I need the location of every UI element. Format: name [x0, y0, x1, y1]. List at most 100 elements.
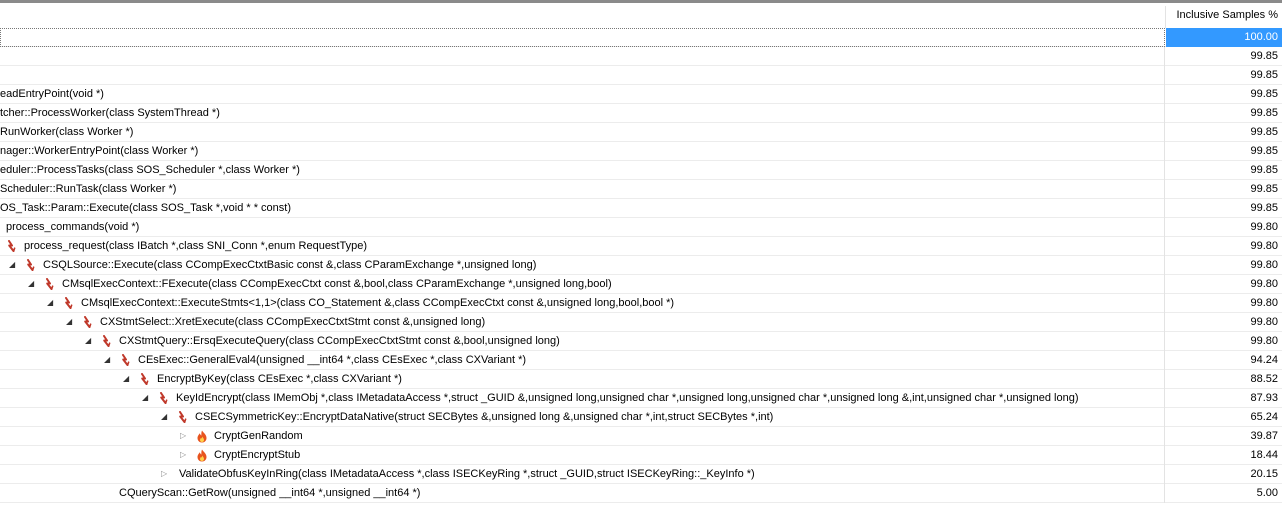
table-row[interactable]: 99.85	[0, 66, 1282, 85]
function-name-label: RunWorker(class Worker *)	[0, 126, 134, 138]
function-name-cell[interactable]: ◢ CMsqlExecContext::FExecute(class CCompE…	[0, 275, 1165, 294]
function-name-label: eadEntryPoint(void *)	[0, 88, 104, 100]
collapse-toggle-icon[interactable]: ◢	[161, 408, 175, 426]
table-row[interactable]: ▷ CryptEncryptStub 18.44	[0, 446, 1282, 465]
function-name-label: CMsqlExecContext::ExecuteStmts<1,1>(clas…	[81, 297, 675, 309]
function-name-cell[interactable]: process_commands(void *)	[0, 218, 1165, 237]
collapse-toggle-icon[interactable]: ◢	[123, 370, 137, 388]
tree-node: tcher::ProcessWorker(class SystemThread …	[0, 104, 220, 123]
function-name-label: OS_Task::Param::Execute(class SOS_Task *…	[0, 202, 292, 214]
function-name-label: EncryptByKey(class CEsExec *,class CXVar…	[157, 373, 402, 385]
table-row[interactable]: 99.85	[0, 47, 1282, 66]
table-row[interactable]: 100.00	[0, 28, 1282, 47]
tree-node: ◢ KeyIdEncrypt(class IMemObj *,class IMet…	[142, 389, 1079, 408]
table-row[interactable]: ◢ CXStmtSelect::XretExecute(class CCompEx…	[0, 313, 1282, 332]
function-name-label: CSQLSource::Execute(class CCompExecCtxtB…	[43, 259, 537, 271]
function-name-cell[interactable]: eduler::ProcessTasks(class SOS_Scheduler…	[0, 161, 1165, 180]
function-name-cell[interactable]: process_request(class IBatch *,class SNI…	[0, 237, 1165, 256]
inclusive-samples-value: 99.85	[1250, 145, 1278, 157]
function-name-cell[interactable]: ◢ CXStmtQuery::ErsqExecuteQuery(class CCo…	[0, 332, 1165, 351]
inclusive-samples-value: 5.00	[1256, 487, 1278, 499]
inclusive-samples-value: 99.85	[1250, 88, 1278, 100]
function-name-cell[interactable]: tcher::ProcessWorker(class SystemThread …	[0, 104, 1165, 123]
inclusive-samples-value: 99.80	[1250, 221, 1278, 233]
table-row[interactable]: OS_Task::Param::Execute(class SOS_Task *…	[0, 199, 1282, 218]
hot-path-icon	[118, 351, 134, 369]
tree-node: ◢ EncryptByKey(class CEsExec *,class CXVa…	[123, 370, 402, 389]
inclusive-samples-value: 99.85	[1250, 183, 1278, 195]
function-name-cell[interactable]: ◢ EncryptByKey(class CEsExec *,class CXVa…	[0, 370, 1165, 389]
table-row[interactable]: ▷ ValidateObfusKeyInRing(class IMetadataA…	[0, 465, 1282, 484]
tree-node: process_commands(void *)	[6, 218, 139, 237]
table-row[interactable]: process_commands(void *) 99.80	[0, 218, 1282, 237]
function-name-cell[interactable]: ◢ CMsqlExecContext::ExecuteStmts<1,1>(cla…	[0, 294, 1165, 313]
inclusive-samples-value: 99.80	[1250, 297, 1278, 309]
table-row[interactable]: ◢ CMsqlExecContext::FExecute(class CCompE…	[0, 275, 1282, 294]
function-name-cell[interactable]: ◢ KeyIdEncrypt(class IMemObj *,class IMet…	[0, 389, 1165, 408]
inclusive-samples-value: 99.85	[1250, 69, 1278, 81]
function-name-label: ValidateObfusKeyInRing(class IMetadataAc…	[179, 468, 755, 480]
collapse-toggle-icon[interactable]: ◢	[9, 256, 23, 274]
collapse-toggle-icon[interactable]: ◢	[47, 294, 61, 312]
hot-path-icon	[99, 332, 115, 350]
function-name-cell[interactable]: ▷ CryptEncryptStub	[0, 446, 1165, 465]
function-name-cell[interactable]: CQueryScan::GetRow(unsigned __int64 *,un…	[0, 484, 1165, 503]
table-row[interactable]: nager::WorkerEntryPoint(class Worker *) 9…	[0, 142, 1282, 161]
function-name-cell[interactable]: ▷ CryptGenRandom	[0, 427, 1165, 446]
function-name-label: eduler::ProcessTasks(class SOS_Scheduler…	[0, 164, 300, 176]
function-name-cell[interactable]: Scheduler::RunTask(class Worker *)	[0, 180, 1165, 199]
function-name-cell[interactable]: ◢ CSQLSource::Execute(class CCompExecCtxt…	[0, 256, 1165, 275]
inclusive-samples-value: 94.24	[1250, 354, 1278, 366]
tree-node: nager::WorkerEntryPoint(class Worker *)	[0, 142, 198, 161]
table-row[interactable]: ▷ CryptGenRandom 39.87	[0, 427, 1282, 446]
inclusive-samples-value: 99.80	[1250, 259, 1278, 271]
collapse-toggle-icon[interactable]: ◢	[104, 351, 118, 369]
hot-path-icon	[23, 256, 39, 274]
table-row[interactable]: ◢ CXStmtQuery::ErsqExecuteQuery(class CCo…	[0, 332, 1282, 351]
function-name-cell[interactable]	[0, 28, 1165, 47]
function-name-cell[interactable]: ◢ CEsExec::GeneralEval4(unsigned __int64 …	[0, 351, 1165, 370]
table-row[interactable]: RunWorker(class Worker *) 99.85	[0, 123, 1282, 142]
expand-toggle-icon[interactable]: ▷	[180, 446, 194, 464]
table-row[interactable]: ◢ CMsqlExecContext::ExecuteStmts<1,1>(cla…	[0, 294, 1282, 313]
function-name-cell[interactable]	[0, 47, 1165, 66]
inclusive-samples-value: 65.24	[1250, 411, 1278, 423]
table-row[interactable]: eduler::ProcessTasks(class SOS_Scheduler…	[0, 161, 1282, 180]
table-row[interactable]: eadEntryPoint(void *) 99.85	[0, 85, 1282, 104]
table-row[interactable]: process_request(class IBatch *,class SNI…	[0, 237, 1282, 256]
expand-toggle-icon[interactable]: ▷	[180, 427, 194, 445]
inclusive-samples-column-header[interactable]: Inclusive Samples %	[1166, 3, 1279, 28]
function-name-cell[interactable]: nager::WorkerEntryPoint(class Worker *)	[0, 142, 1165, 161]
table-row[interactable]: ◢ KeyIdEncrypt(class IMemObj *,class IMet…	[0, 389, 1282, 408]
collapse-toggle-icon[interactable]: ◢	[142, 389, 156, 407]
table-row[interactable]: CQueryScan::GetRow(unsigned __int64 *,un…	[0, 484, 1282, 503]
function-name-label: CSECSymmetricKey::EncryptDataNative(stru…	[195, 411, 774, 423]
tree-node: ◢ CMsqlExecContext::FExecute(class CCompE…	[28, 275, 612, 294]
table-row[interactable]: Scheduler::RunTask(class Worker *) 99.85	[0, 180, 1282, 199]
function-name-cell[interactable]: ◢ CXStmtSelect::XretExecute(class CCompEx…	[0, 313, 1165, 332]
table-row[interactable]: ◢ CSQLSource::Execute(class CCompExecCtxt…	[0, 256, 1282, 275]
inclusive-samples-value: 99.85	[1250, 126, 1278, 138]
table-row[interactable]: ◢ CSECSymmetricKey::EncryptDataNative(str…	[0, 408, 1282, 427]
column-header-bar: Inclusive Samples %	[0, 3, 1282, 28]
function-name-cell[interactable]: OS_Task::Param::Execute(class SOS_Task *…	[0, 199, 1165, 218]
inclusive-samples-value: 99.85	[1250, 202, 1278, 214]
function-name-label: CQueryScan::GetRow(unsigned __int64 *,un…	[119, 487, 421, 499]
collapse-toggle-icon[interactable]: ◢	[85, 332, 99, 350]
function-name-cell[interactable]: RunWorker(class Worker *)	[0, 123, 1165, 142]
table-row[interactable]: ◢ CEsExec::GeneralEval4(unsigned __int64 …	[0, 351, 1282, 370]
tree-node: ◢ CSECSymmetricKey::EncryptDataNative(str…	[161, 408, 773, 427]
table-row[interactable]: ◢ EncryptByKey(class CEsExec *,class CXVa…	[0, 370, 1282, 389]
collapse-toggle-icon[interactable]: ◢	[66, 313, 80, 331]
table-row[interactable]: tcher::ProcessWorker(class SystemThread …	[0, 104, 1282, 123]
function-name-cell[interactable]: eadEntryPoint(void *)	[0, 85, 1165, 104]
function-name-label: CXStmtSelect::XretExecute(class CCompExe…	[100, 316, 486, 328]
inclusive-samples-value: 88.52	[1250, 373, 1278, 385]
hot-path-icon	[61, 294, 77, 312]
function-name-cell[interactable]	[0, 66, 1165, 85]
collapse-toggle-icon[interactable]: ◢	[28, 275, 42, 293]
function-name-label: nager::WorkerEntryPoint(class Worker *)	[0, 145, 199, 157]
function-name-cell[interactable]: ◢ CSECSymmetricKey::EncryptDataNative(str…	[0, 408, 1165, 427]
expand-toggle-icon[interactable]: ▷	[161, 465, 175, 483]
function-name-cell[interactable]: ▷ ValidateObfusKeyInRing(class IMetadataA…	[0, 465, 1165, 484]
